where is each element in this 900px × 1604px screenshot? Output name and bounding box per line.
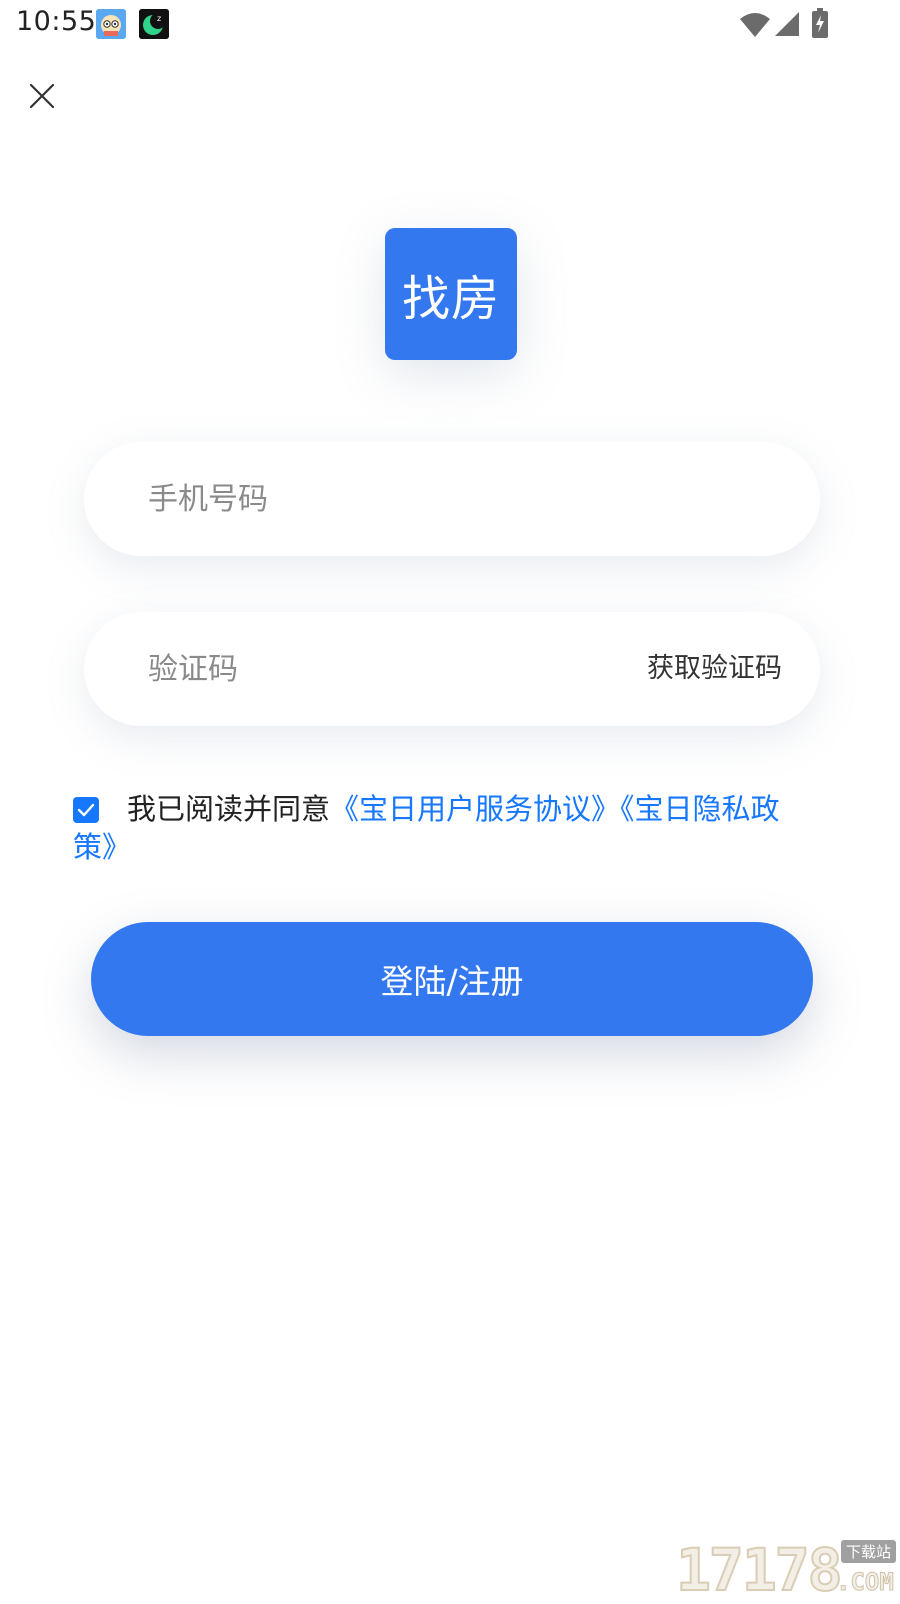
agreement-checkbox[interactable] (73, 797, 99, 823)
login-register-button[interactable]: 登陆/注册 (91, 922, 813, 1036)
check-icon (77, 803, 95, 817)
watermark-tag: 下载站 (841, 1540, 897, 1563)
logo-text: 找房 (401, 271, 500, 327)
close-icon (24, 83, 60, 118)
agreement-prefix: 我已阅读并同意 (127, 792, 331, 826)
moon-app-icon: z (139, 9, 169, 39)
svg-text:z: z (157, 14, 161, 23)
status-time: 10:55 (16, 6, 97, 37)
service-agreement-link[interactable]: 《宝日用户服务协议》 (330, 792, 620, 826)
watermark-number: 17178 (675, 1536, 844, 1604)
get-code-button[interactable]: 获取验证码 (647, 612, 782, 726)
signal-icon (775, 12, 799, 36)
app-avatar-icon (96, 9, 126, 39)
watermark-suffix: .COM (836, 1568, 895, 1597)
phone-field (84, 442, 820, 556)
verification-code-input[interactable] (148, 612, 608, 726)
agreement: 我已阅读并同意《宝日用户服务协议》《宝日隐私政策》 (73, 790, 813, 866)
status-bar: 10:55 z (0, 0, 900, 50)
battery-charging-icon (811, 8, 829, 38)
close-button[interactable] (24, 78, 60, 114)
login-button-label: 登陆/注册 (380, 962, 524, 1001)
app-logo: 找房 (385, 228, 517, 360)
code-field: 获取验证码 (84, 612, 820, 726)
wifi-icon (739, 12, 771, 38)
watermark: 17178 下载站 .COM (675, 1536, 900, 1604)
phone-input[interactable] (148, 442, 608, 556)
